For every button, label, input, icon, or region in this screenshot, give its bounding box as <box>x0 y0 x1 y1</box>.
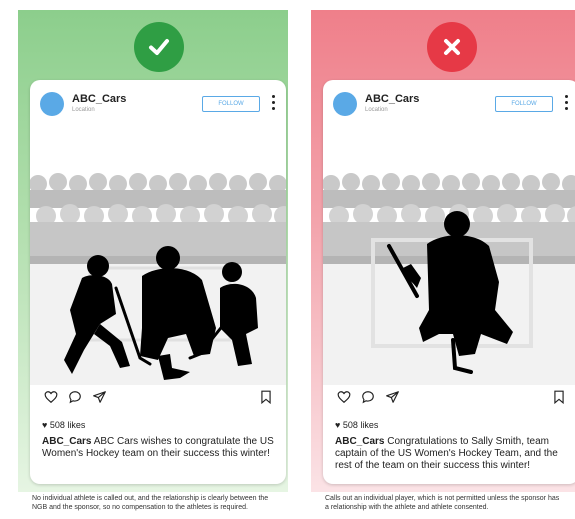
approved-explanation: No individual athlete is called out, and… <box>32 495 269 511</box>
comment-icon[interactable] <box>68 390 82 404</box>
post-image-hockey-team <box>30 128 286 385</box>
heart-filled-icon: ♥ <box>42 420 48 430</box>
instagram-post-card: ABC_Cars Location FOLLOW ♥ 508 likes ABC… <box>323 80 575 484</box>
post-actions-bar <box>323 386 575 408</box>
post-header: ABC_Cars Location FOLLOW <box>323 80 575 128</box>
username[interactable]: ABC_Cars <box>72 93 126 105</box>
follow-button[interactable]: FOLLOW <box>495 96 553 112</box>
heart-filled-icon: ♥ <box>335 420 341 430</box>
bookmark-icon[interactable] <box>553 390 565 404</box>
avatar[interactable] <box>333 92 357 116</box>
comment-icon[interactable] <box>361 390 375 404</box>
location-label: Location <box>72 107 95 113</box>
share-icon[interactable] <box>385 390 400 404</box>
heart-icon[interactable] <box>337 390 351 404</box>
cross-icon <box>427 22 477 72</box>
avatar[interactable] <box>40 92 64 116</box>
post-caption: ABC_Cars ABC Cars wishes to congratulate… <box>42 436 278 460</box>
username[interactable]: ABC_Cars <box>365 93 419 105</box>
post-image-hockey-goalie <box>323 128 575 385</box>
check-icon <box>134 22 184 72</box>
location-label: Location <box>365 107 388 113</box>
likes-count: ♥ 508 likes <box>335 420 379 430</box>
post-caption: ABC_Cars Congratulations to Sally Smith,… <box>335 436 571 472</box>
post-header: ABC_Cars Location FOLLOW <box>30 80 286 128</box>
caption-username[interactable]: ABC_Cars <box>42 436 91 447</box>
instagram-post-card: ABC_Cars Location FOLLOW ♥ 508 likes ABC… <box>30 80 286 484</box>
more-options-icon[interactable] <box>563 95 569 115</box>
heart-icon[interactable] <box>44 390 58 404</box>
approved-example-panel: ABC_Cars Location FOLLOW ♥ 508 likes ABC… <box>18 10 288 492</box>
share-icon[interactable] <box>92 390 107 404</box>
rejected-explanation: Calls out an individual player, which is… <box>325 495 560 511</box>
bookmark-icon[interactable] <box>260 390 272 404</box>
likes-count: ♥ 508 likes <box>42 420 86 430</box>
rejected-example-panel: ABC_Cars Location FOLLOW ♥ 508 likes ABC… <box>311 10 575 492</box>
follow-button[interactable]: FOLLOW <box>202 96 260 112</box>
more-options-icon[interactable] <box>270 95 276 115</box>
caption-username[interactable]: ABC_Cars <box>335 436 384 447</box>
post-actions-bar <box>30 386 286 408</box>
